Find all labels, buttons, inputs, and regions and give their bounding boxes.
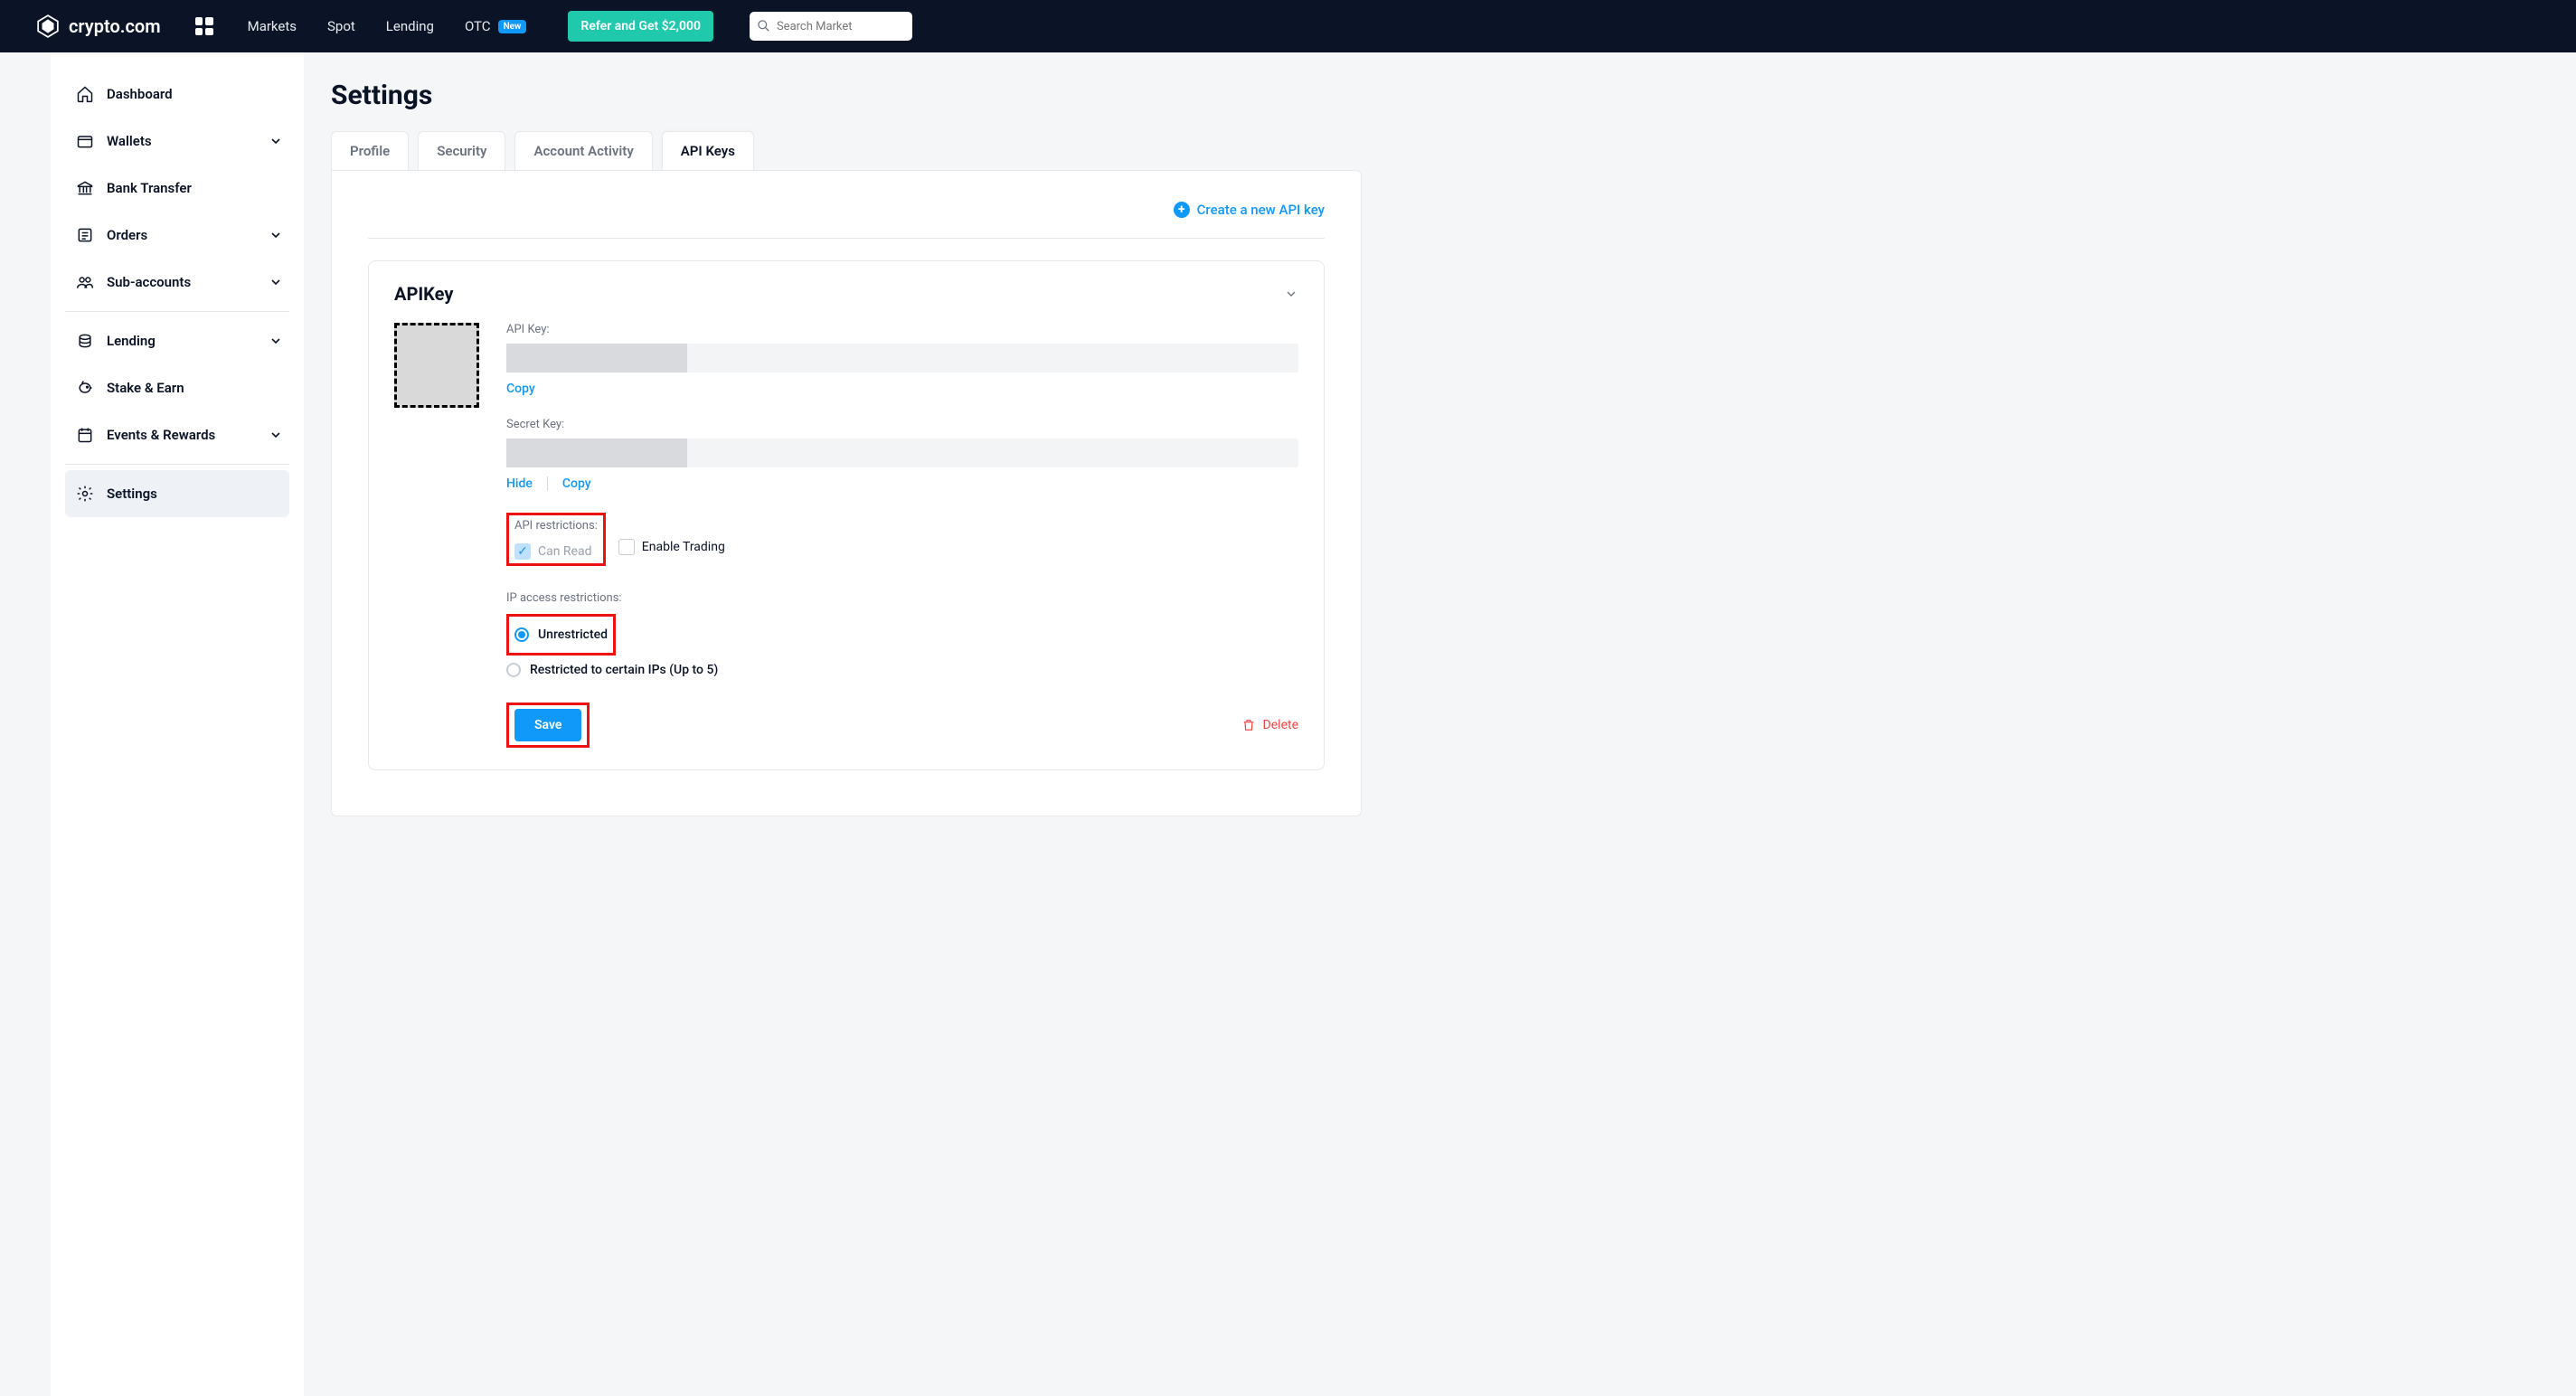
copy-secret-link[interactable]: Copy xyxy=(562,476,591,491)
highlight-api-restrictions: API restrictions: ✓ Can Read xyxy=(506,513,606,566)
radio-label: Unrestricted xyxy=(538,627,608,642)
sidebar-item-label: Events & Rewards xyxy=(107,427,215,443)
sidebar-item-label: Lending xyxy=(107,333,156,349)
search-input[interactable] xyxy=(750,12,912,41)
save-button[interactable]: Save xyxy=(514,709,581,741)
plus-circle-icon: + xyxy=(1174,202,1190,218)
chevron-down-icon[interactable] xyxy=(1284,287,1298,301)
apps-grid-icon[interactable] xyxy=(195,17,213,35)
top-nav: Markets Spot Lending OTC New xyxy=(248,18,527,34)
bank-icon xyxy=(76,179,94,197)
create-api-key-link[interactable]: + Create a new API key xyxy=(1174,202,1325,218)
home-icon xyxy=(76,85,94,103)
highlight-save: Save xyxy=(506,703,590,748)
brand-logo[interactable]: crypto.com xyxy=(36,14,161,38)
trash-icon xyxy=(1241,718,1256,732)
page-title: Settings xyxy=(331,80,2531,111)
chevron-down-icon xyxy=(271,227,280,243)
secret-key-value xyxy=(506,439,1298,467)
sidebar-item-label: Dashboard xyxy=(107,86,173,102)
checkbox-enable-trading[interactable]: Enable Trading xyxy=(618,539,725,555)
api-key-label: API Key: xyxy=(506,323,1298,336)
sidebar-item-events-rewards[interactable]: Events & Rewards xyxy=(65,411,289,458)
sidebar-item-label: Wallets xyxy=(107,133,152,149)
list-icon xyxy=(76,226,94,244)
sidebar-item-wallets[interactable]: Wallets xyxy=(65,118,289,165)
tab-api-keys[interactable]: API Keys xyxy=(662,131,754,170)
api-restrictions-label: API restrictions: xyxy=(514,519,598,533)
api-key-card: APIKey API Key: Copy Secret Key: xyxy=(368,260,1325,770)
delete-link[interactable]: Delete xyxy=(1241,718,1298,732)
radio-label: Restricted to certain IPs (Up to 5) xyxy=(530,663,718,677)
separator xyxy=(547,476,548,491)
radio-icon xyxy=(506,663,521,677)
checkbox-label: Enable Trading xyxy=(642,540,725,554)
main-content: Settings Profile Security Account Activi… xyxy=(304,52,2576,871)
sidebar-item-label: Orders xyxy=(107,227,147,243)
sidebar-item-sub-accounts[interactable]: Sub-accounts xyxy=(65,259,289,306)
topbar: crypto.com Markets Spot Lending OTC New … xyxy=(0,0,2576,52)
sidebar-item-label: Stake & Earn xyxy=(107,380,184,396)
checkbox-icon xyxy=(618,539,635,555)
refer-button[interactable]: Refer and Get $2,000 xyxy=(568,11,713,42)
radio-unrestricted[interactable]: Unrestricted xyxy=(514,627,608,642)
tab-profile[interactable]: Profile xyxy=(331,131,409,170)
wallet-icon xyxy=(76,132,94,150)
coins-icon xyxy=(76,332,94,350)
calendar-icon xyxy=(76,426,94,444)
nav-otc[interactable]: OTC New xyxy=(465,18,526,34)
secret-key-label: Secret Key: xyxy=(506,418,1298,431)
nav-lending[interactable]: Lending xyxy=(386,18,434,34)
sidebar-item-bank-transfer[interactable]: Bank Transfer xyxy=(65,165,289,212)
sidebar-item-stake-earn[interactable]: Stake & Earn xyxy=(65,364,289,411)
chevron-down-icon xyxy=(271,427,280,443)
checkbox-label: Can Read xyxy=(538,544,592,559)
brand-name: crypto.com xyxy=(69,15,161,37)
sidebar-separator xyxy=(65,464,289,465)
search-wrap xyxy=(750,12,912,41)
sidebar-item-label: Bank Transfer xyxy=(107,180,192,196)
api-keys-panel: + Create a new API key APIKey API Key: C… xyxy=(331,170,1362,816)
settings-tabs: Profile Security Account Activity API Ke… xyxy=(331,131,2531,170)
qr-code xyxy=(394,323,479,408)
chevron-down-icon xyxy=(271,133,280,149)
gear-icon xyxy=(76,485,94,503)
api-key-value xyxy=(506,344,1298,373)
ip-restrictions-label: IP access restrictions: xyxy=(506,591,1298,605)
radio-icon xyxy=(514,627,529,642)
chevron-down-icon xyxy=(271,333,280,349)
sidebar-item-orders[interactable]: Orders xyxy=(65,212,289,259)
sidebar-separator xyxy=(65,311,289,312)
create-row: + Create a new API key xyxy=(368,196,1325,239)
tab-security[interactable]: Security xyxy=(418,131,505,170)
sidebar-item-settings[interactable]: Settings xyxy=(65,470,289,517)
api-key-card-title: APIKey xyxy=(394,283,453,305)
sidebar: Dashboard Wallets Bank Transfer Orders S… xyxy=(51,52,304,1396)
piggy-icon xyxy=(76,379,94,397)
sidebar-item-dashboard[interactable]: Dashboard xyxy=(65,71,289,118)
delete-label: Delete xyxy=(1263,718,1298,732)
sidebar-item-label: Sub-accounts xyxy=(107,274,191,290)
checkbox-can-read[interactable]: ✓ Can Read xyxy=(514,543,592,560)
search-icon xyxy=(757,19,770,33)
nav-otc-label: OTC xyxy=(465,18,491,34)
sidebar-item-lending[interactable]: Lending xyxy=(65,317,289,364)
chevron-down-icon xyxy=(271,274,280,290)
nav-markets[interactable]: Markets xyxy=(248,18,297,34)
crypto-logo-icon xyxy=(36,14,60,38)
create-api-key-label: Create a new API key xyxy=(1197,202,1325,218)
nav-spot[interactable]: Spot xyxy=(327,18,355,34)
tab-account-activity[interactable]: Account Activity xyxy=(514,131,652,170)
checkbox-icon: ✓ xyxy=(514,543,531,560)
highlight-unrestricted: Unrestricted xyxy=(506,614,616,656)
users-icon xyxy=(76,273,94,291)
radio-restricted[interactable]: Restricted to certain IPs (Up to 5) xyxy=(506,663,1298,677)
new-badge: New xyxy=(498,20,527,33)
hide-secret-link[interactable]: Hide xyxy=(506,476,533,491)
sidebar-item-label: Settings xyxy=(107,486,157,502)
copy-api-key-link[interactable]: Copy xyxy=(506,382,535,396)
